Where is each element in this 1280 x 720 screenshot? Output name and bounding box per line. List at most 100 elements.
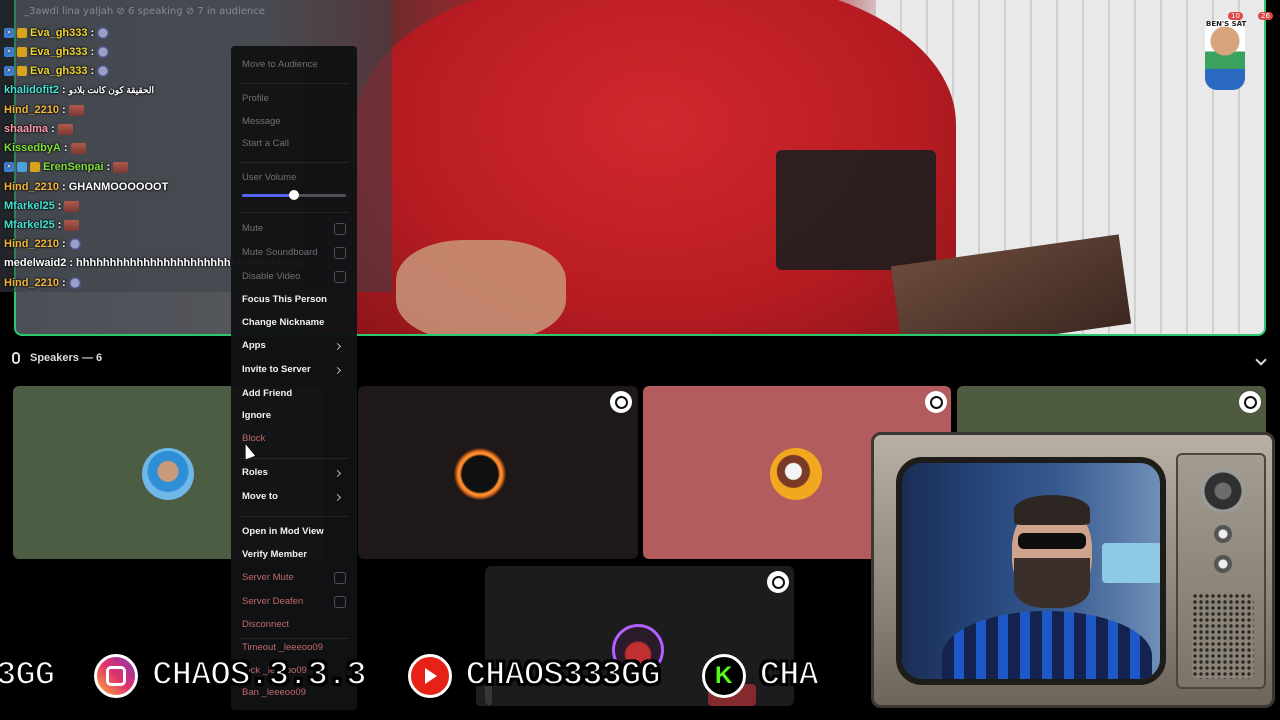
chat-line: Mfarkel25 : bbox=[4, 197, 80, 215]
youtube-icon bbox=[407, 654, 452, 698]
chat-username[interactable]: khalidofit2 bbox=[4, 84, 59, 96]
prime-badge-icon bbox=[17, 162, 27, 172]
emote-icon bbox=[113, 161, 129, 173]
menu-mute[interactable]: Mute bbox=[242, 223, 263, 239]
chevron-down-icon[interactable] bbox=[1255, 354, 1267, 366]
chat-username[interactable]: Hind_2210 bbox=[4, 104, 59, 116]
channel-dial-icon bbox=[1201, 469, 1245, 513]
menu-apps[interactable]: Apps bbox=[242, 340, 266, 356]
menu-message[interactable]: Message bbox=[242, 116, 281, 132]
speaker-tile[interactable] bbox=[358, 386, 638, 559]
emote-icon bbox=[70, 142, 86, 154]
chat-message: GHANMOOOOOOT bbox=[68, 181, 169, 193]
chat-username[interactable]: ErenSenpai bbox=[43, 161, 104, 173]
chat-username[interactable]: Eva_gh333 bbox=[30, 46, 87, 58]
volume-fill bbox=[242, 194, 294, 197]
menu-change-nickname[interactable]: Change Nickname bbox=[242, 317, 324, 333]
sticker-count: 10 bbox=[1228, 12, 1243, 20]
user-volume-slider[interactable] bbox=[242, 190, 346, 200]
chat-line: Hind_2210 : bbox=[4, 235, 81, 253]
equipment-stand bbox=[776, 150, 936, 270]
sub-badge-icon: » bbox=[4, 162, 14, 172]
avatar bbox=[142, 448, 194, 500]
menu-server-deafen[interactable]: Server Deafen bbox=[242, 596, 303, 612]
chat-sep: : bbox=[62, 84, 66, 96]
chat-line: shaalma : bbox=[4, 120, 73, 138]
chat-line: » Eva_gh333 : bbox=[4, 24, 110, 42]
knob-icon bbox=[1214, 525, 1232, 543]
mute-checkbox[interactable] bbox=[334, 223, 346, 235]
chat-line: » ErenSenpai : bbox=[4, 158, 129, 176]
menu-start-call[interactable]: Start a Call bbox=[242, 138, 289, 154]
menu-disable-video[interactable]: Disable Video bbox=[242, 271, 300, 287]
chat-username[interactable]: Hind_2210 bbox=[4, 181, 59, 193]
sub-badge-icon: » bbox=[4, 47, 14, 57]
chat-username[interactable]: Mfarkel25 bbox=[4, 200, 55, 212]
knob-icon bbox=[1214, 555, 1232, 573]
kick-icon: K bbox=[701, 654, 746, 698]
menu-add-friend[interactable]: Add Friend bbox=[242, 388, 292, 404]
chat-message: الحقيقة كون كانت بلادو bbox=[68, 84, 155, 95]
stream-badge-icon bbox=[1239, 391, 1261, 413]
sub-badge-icon: » bbox=[4, 28, 14, 38]
sticker-label: BEN'S SAT bbox=[1206, 20, 1247, 28]
chat-sep: : bbox=[69, 257, 74, 269]
stream-badge-icon bbox=[767, 571, 789, 593]
mute-soundboard-checkbox[interactable] bbox=[334, 247, 346, 259]
chat-sep: : bbox=[51, 123, 55, 135]
menu-open-mod-view[interactable]: Open in Mod View bbox=[242, 526, 324, 542]
chevron-right-icon bbox=[333, 342, 342, 351]
speakers-header: Speakers — 6 bbox=[12, 352, 102, 364]
menu-disconnect[interactable]: Disconnect bbox=[242, 619, 289, 635]
chat-line: » Eva_gh333 : bbox=[4, 62, 110, 80]
server-mute-checkbox[interactable] bbox=[334, 572, 346, 584]
menu-divider bbox=[239, 162, 349, 163]
chat-sep: : bbox=[62, 277, 66, 289]
chat-username[interactable]: Hind_2210 bbox=[4, 238, 59, 250]
server-deafen-checkbox[interactable] bbox=[334, 596, 346, 608]
chat-username[interactable]: Eva_gh333 bbox=[30, 27, 87, 39]
menu-ignore[interactable]: Ignore bbox=[242, 410, 271, 426]
chat-sep: : bbox=[62, 238, 66, 250]
avatar bbox=[454, 448, 506, 500]
menu-divider bbox=[239, 83, 349, 84]
chat-username[interactable]: Eva_gh333 bbox=[30, 65, 87, 77]
chat-username[interactable]: Mfarkel25 bbox=[4, 219, 55, 231]
speakers-title: Speakers — 6 bbox=[30, 352, 103, 364]
chat-line: Hind_2210 : bbox=[4, 101, 84, 119]
chat-sep: : bbox=[106, 161, 111, 173]
chat-sep: : bbox=[90, 65, 95, 77]
chat-username[interactable]: medelwaid2 bbox=[4, 257, 66, 269]
chat-username[interactable]: KissedbyA bbox=[4, 142, 61, 154]
chat-sep: : bbox=[90, 46, 95, 58]
webcam-tv-frame bbox=[871, 432, 1275, 708]
chat-username[interactable]: shaalma bbox=[4, 123, 48, 135]
avatar bbox=[770, 448, 822, 500]
microphone-icon bbox=[12, 352, 20, 364]
emote-icon bbox=[64, 219, 80, 231]
menu-user-volume-label: User Volume bbox=[242, 172, 297, 183]
user-context-menu: Move to Audience Profile Message Start a… bbox=[231, 46, 357, 710]
volume-handle[interactable] bbox=[289, 190, 299, 200]
streamer-hair bbox=[1014, 495, 1090, 525]
chat-line: khalidofit2 : الحقيقة كون كانت بلادو bbox=[4, 81, 154, 99]
emote-icon bbox=[97, 46, 110, 58]
chat-sep: : bbox=[90, 27, 95, 39]
menu-focus-person[interactable]: Focus This Person bbox=[242, 294, 327, 310]
disable-video-checkbox[interactable] bbox=[334, 271, 346, 283]
menu-move-to-audience[interactable]: Move to Audience bbox=[242, 59, 318, 75]
streamer-beard bbox=[1014, 558, 1090, 608]
chat-username[interactable]: Hind_2210 bbox=[4, 277, 59, 289]
chat-line: Hind_2210 : GHANMOOOOOOT bbox=[4, 178, 168, 196]
menu-server-mute[interactable]: Server Mute bbox=[242, 572, 294, 588]
chat-line: Mfarkel25 : bbox=[4, 216, 80, 234]
menu-invite-to-server[interactable]: Invite to Server bbox=[242, 364, 311, 380]
menu-verify-member[interactable]: Verify Member bbox=[242, 549, 307, 565]
stream-badge-icon bbox=[925, 391, 947, 413]
chevron-right-icon bbox=[333, 493, 342, 502]
menu-roles[interactable]: Roles bbox=[242, 467, 268, 483]
menu-profile[interactable]: Profile bbox=[242, 93, 269, 109]
menu-move-to[interactable]: Move to bbox=[242, 491, 278, 507]
menu-mute-soundboard[interactable]: Mute Soundboard bbox=[242, 247, 318, 263]
gift-badge-icon bbox=[30, 162, 40, 172]
